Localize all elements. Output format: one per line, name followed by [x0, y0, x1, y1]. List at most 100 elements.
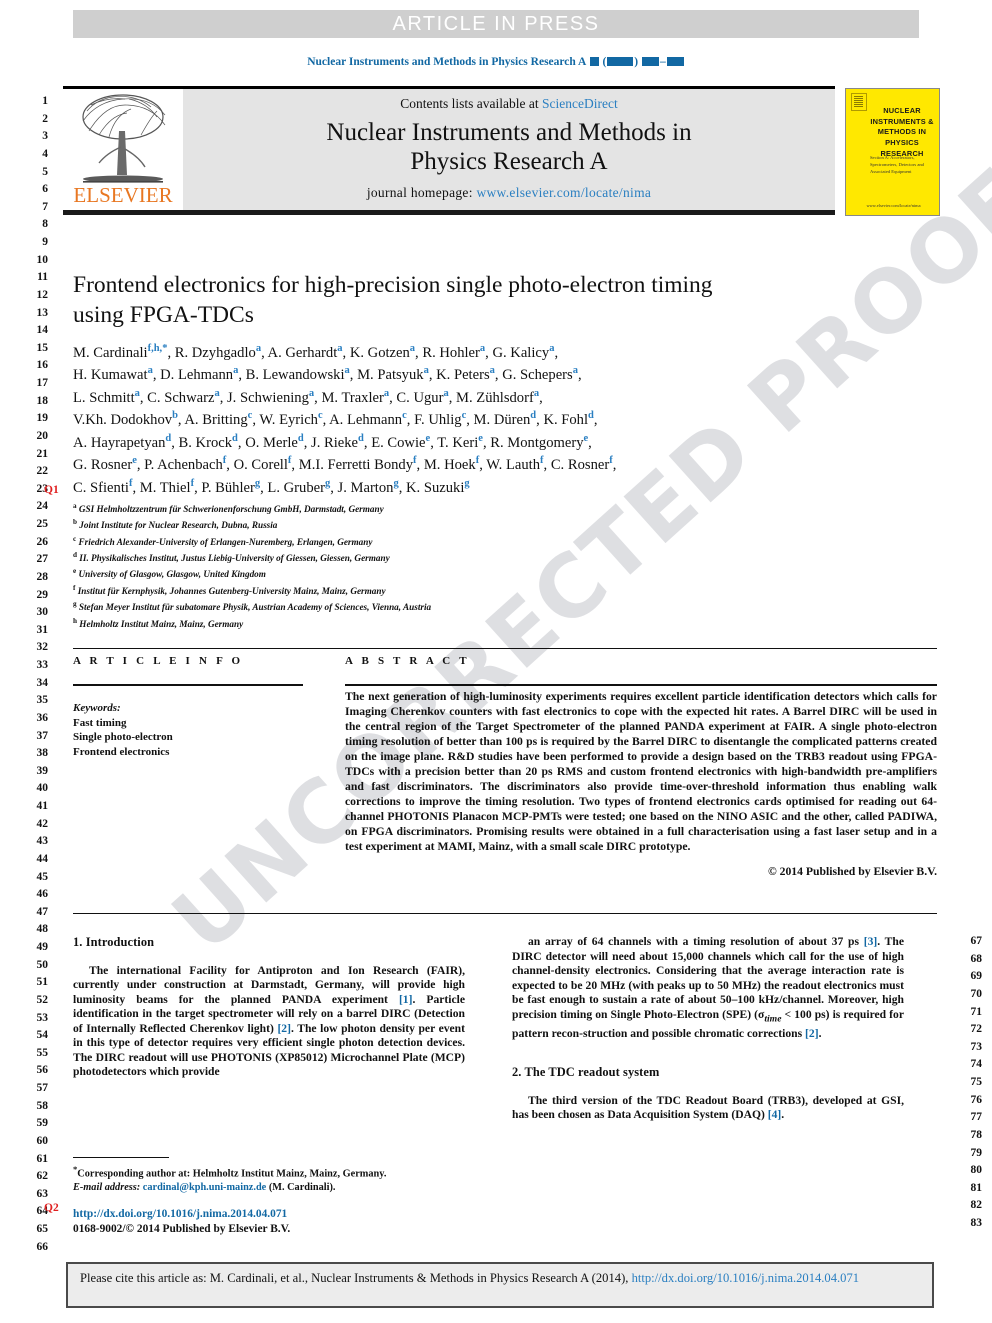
- line-number: 62: [36, 1170, 49, 1183]
- line-number: 79: [970, 1146, 983, 1159]
- cite-text: Please cite this article as: M. Cardinal…: [80, 1271, 629, 1285]
- line-number: 34: [36, 676, 49, 689]
- line-number: 70: [970, 987, 983, 1000]
- line-number: 69: [970, 970, 983, 983]
- line-number: 58: [36, 1099, 49, 1112]
- line-number: 60: [36, 1134, 49, 1147]
- line-number: 37: [36, 729, 49, 742]
- line-number: 22: [36, 465, 49, 478]
- body-column-right: an array of 64 channels with a timing re…: [512, 935, 904, 1123]
- issn-copyright-line: 0168-9002/© 2014 Published by Elsevier B…: [73, 1222, 291, 1235]
- keywords-label: Keywords:: [73, 702, 121, 714]
- cover-title: NUCLEAR INSTRUMENTS & METHODS IN PHYSICS…: [870, 106, 934, 158]
- journal-homepage-link[interactable]: www.elsevier.com/locate/nima: [476, 185, 651, 200]
- article-in-press-banner: ARTICLE IN PRESS: [73, 10, 919, 38]
- line-number: 29: [36, 588, 49, 601]
- email-owner: (M. Cardinali).: [268, 1181, 336, 1193]
- line-number: 52: [36, 993, 49, 1006]
- masthead-rule-bottom: [63, 210, 835, 215]
- line-number: 61: [36, 1152, 49, 1165]
- keyword-item: Fast timing: [73, 716, 127, 729]
- email-label: E-mail address:: [73, 1181, 141, 1193]
- running-head: Nuclear Instruments and Methods in Physi…: [0, 56, 992, 68]
- line-number: 53: [36, 1011, 49, 1024]
- line-number: 19: [36, 412, 49, 425]
- sciencedirect-link[interactable]: ScienceDirect: [542, 96, 618, 111]
- article-info-heading: A R T I C L E I N F O: [73, 655, 244, 667]
- line-number: 30: [36, 606, 49, 619]
- journal-homepage-line: journal homepage: www.elsevier.com/locat…: [183, 185, 835, 201]
- section-2-heading: 2. The TDC readout system: [512, 1065, 660, 1080]
- line-number: 2: [42, 112, 48, 125]
- journal-masthead: ELSEVIER Contents lists available at Sci…: [63, 89, 835, 210]
- please-cite-box: Please cite this article as: M. Cardinal…: [66, 1262, 934, 1308]
- line-number: 35: [36, 694, 49, 707]
- keywords-block: Keywords: Fast timing Single photo-elect…: [73, 701, 303, 759]
- doi-block: http://dx.doi.org/10.1016/j.nima.2014.04…: [73, 1207, 465, 1236]
- line-number: 8: [42, 218, 48, 231]
- line-number: 3: [42, 130, 48, 143]
- abstract-copyright: © 2014 Published by Elsevier B.V.: [767, 864, 937, 878]
- contents-available-line: Contents lists available at ScienceDirec…: [183, 96, 835, 112]
- line-number: 65: [36, 1223, 49, 1235]
- line-number: 43: [36, 835, 49, 848]
- line-number: 78: [970, 1128, 983, 1141]
- article-info-column: A R T I C L E I N F O Keywords: Fast tim…: [73, 655, 303, 759]
- line-number: 36: [36, 711, 49, 724]
- line-number: 6: [42, 183, 48, 196]
- email-line: E-mail address: cardinal@kph.uni-mainz.d…: [73, 1181, 465, 1194]
- line-number: 74: [970, 1058, 983, 1071]
- journal-cover-thumbnail: NUCLEAR INSTRUMENTS & METHODS IN PHYSICS…: [845, 88, 940, 216]
- doi-link[interactable]: http://dx.doi.org/10.1016/j.nima.2014.04…: [73, 1207, 465, 1222]
- homepage-label: journal homepage:: [366, 184, 473, 200]
- journal-info-box: Contents lists available at ScienceDirec…: [183, 89, 835, 210]
- author-email-link[interactable]: cardinal@kph.uni-mainz.de: [143, 1182, 266, 1193]
- keyword-item: Frontend electronics: [73, 745, 170, 758]
- running-head-journal: Nuclear Instruments and Methods in Physi…: [307, 56, 586, 68]
- line-number: 17: [36, 377, 49, 389]
- line-numbers-left: 1 2 3 4 5 6 7 8 9 10 11 12 13 14 15 16 17 18 19 20 21 22 23 24 2…: [26, 93, 49, 1256]
- line-number: 77: [970, 1111, 983, 1124]
- cover-publisher-icon: [851, 93, 867, 111]
- line-number: 67: [970, 935, 983, 947]
- query-mark-q2[interactable]: Q2: [44, 1202, 59, 1214]
- line-number: 28: [36, 570, 49, 583]
- line-number: 15: [36, 341, 49, 354]
- line-number: 47: [36, 905, 49, 918]
- line-number: 33: [36, 659, 49, 671]
- line-number: 45: [36, 870, 49, 883]
- line-number: 75: [970, 1076, 983, 1088]
- line-number: 11: [37, 271, 48, 284]
- line-number: 66: [36, 1240, 49, 1253]
- section-1-paragraph-1: The international Facility for Antiproto…: [73, 963, 466, 1079]
- line-number: 16: [36, 359, 49, 372]
- line-number: 18: [36, 394, 49, 407]
- line-number: 72: [970, 1023, 983, 1036]
- elsevier-tree-icon: [82, 94, 166, 183]
- line-number: 12: [36, 288, 49, 301]
- line-number: 13: [36, 306, 49, 319]
- affiliation-list: a GSI Helmholtzzentrum für Schwerionenfo…: [73, 502, 432, 629]
- query-mark-q1[interactable]: Q1: [44, 484, 59, 496]
- contents-prefix: Contents lists available at: [400, 96, 539, 111]
- line-number: 71: [970, 1005, 983, 1018]
- line-number: 46: [36, 888, 49, 901]
- journal-title: Nuclear Instruments and Methods in Physi…: [183, 119, 835, 177]
- section-1-heading: 1. Introduction: [73, 935, 155, 949]
- line-number: 54: [36, 1029, 49, 1042]
- info-section-bottom-rule: [73, 913, 937, 914]
- line-number: 1: [42, 95, 48, 107]
- line-number: 25: [36, 518, 49, 530]
- article-title: Frontend electronics for high-precision …: [73, 272, 713, 329]
- cover-footer: www.elsevier.com/locate/nima: [866, 203, 921, 208]
- abstract-heading: A B S T R A C T: [345, 655, 470, 667]
- cite-doi-link[interactable]: http://dx.doi.org/10.1016/j.nima.2014.04…: [632, 1271, 860, 1285]
- corresponding-author-note: *Corresponding author at: Helmholtz Inst…: [73, 1164, 387, 1180]
- info-section-top-rule: [73, 648, 937, 649]
- author-list: M. Cardinalif,h,*, R. Dzyhgadloa, A. Ger…: [73, 343, 617, 496]
- keyword-item: Single photo-electron: [73, 731, 173, 744]
- body-column-left: 1. Introduction The international Facili…: [73, 935, 465, 1080]
- line-number: 80: [970, 1164, 983, 1177]
- cover-subtitle: Section A: Accelerators, Spectrometers, …: [870, 155, 924, 174]
- line-number: 21: [36, 447, 49, 460]
